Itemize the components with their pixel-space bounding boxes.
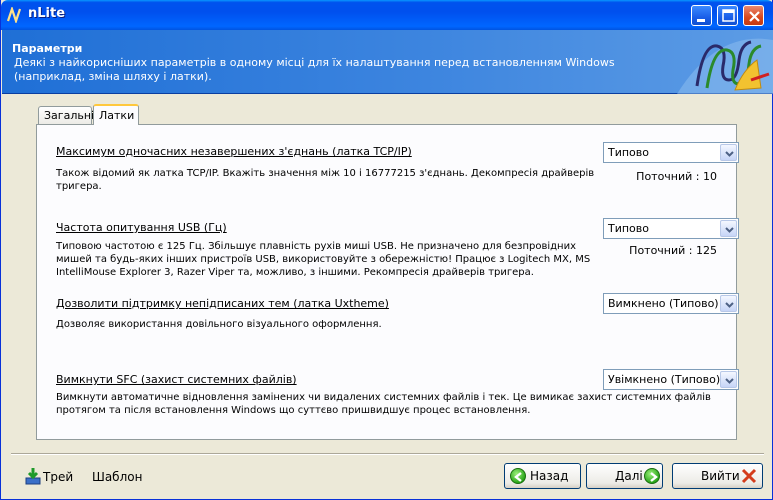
close-icon	[749, 11, 760, 22]
combo-value: Типово	[608, 146, 650, 159]
setting-description: Вимкнути автоматичне відновлення замінен…	[56, 392, 711, 416]
tray-label: Трей	[43, 470, 74, 484]
setting-description: Дозволяє використання довільного візуаль…	[56, 319, 382, 330]
setting-title: Максимум одночасних незавершених з'єднан…	[56, 145, 412, 158]
setting-current-value: Поточний : 125	[629, 244, 717, 257]
page-title: Параметри	[12, 42, 83, 55]
tcpip-select[interactable]: Типово	[603, 142, 739, 163]
close-window-button[interactable]	[743, 5, 764, 26]
setting-description: Типовою частотою є 125 Гц. Збільшує плав…	[56, 241, 591, 278]
maximize-icon	[722, 9, 735, 22]
exit-label: Вийти	[701, 469, 740, 483]
tab-general[interactable]: Загальні	[38, 106, 94, 124]
setting-title: Частота опитування USB (Гц)	[56, 221, 227, 234]
back-button[interactable]: Назад	[504, 463, 581, 489]
patches-panel: Максимум одночасних незавершених з'єднан…	[36, 124, 739, 440]
tab-patches[interactable]: Латки	[93, 104, 139, 125]
sfc-select[interactable]: Увімкнено (Типово)	[603, 369, 739, 390]
back-label: Назад	[530, 469, 569, 483]
combo-value: Вимкнено (Типово)	[608, 297, 719, 310]
tray-download-icon	[25, 468, 41, 485]
minimize-button[interactable]	[691, 5, 712, 26]
chevron-down-icon[interactable]	[720, 144, 737, 161]
footer-divider	[11, 453, 764, 455]
setting-description: Також відомий як латка TCP/IP. Вкажіть з…	[56, 168, 595, 192]
minimize-icon	[697, 19, 705, 22]
window-title: nLite	[28, 6, 66, 21]
combo-value: Типово	[608, 222, 650, 235]
nlite-banner-logo	[677, 38, 773, 94]
back-arrow-icon	[510, 468, 526, 484]
uxtheme-select[interactable]: Вимкнено (Типово)	[603, 293, 739, 314]
chevron-down-icon[interactable]	[720, 295, 737, 312]
exit-button[interactable]: Вийти	[672, 463, 763, 489]
next-label: Далі	[615, 469, 643, 483]
setting-current-value: Поточний : 10	[636, 170, 717, 183]
page-description: Деякі з найкорисніших параметрів в одном…	[14, 56, 615, 83]
setting-title: Дозволити підтримку непідписаних тем (ла…	[56, 297, 389, 310]
next-button[interactable]: Далі	[586, 463, 663, 489]
page-header: Параметри Деякі з найкорисніших параметр…	[2, 30, 773, 94]
maximize-button[interactable]	[717, 5, 738, 26]
usb-rate-select[interactable]: Типово	[603, 218, 739, 239]
chevron-down-icon[interactable]	[720, 220, 737, 237]
setting-title: Вимкнути SFC (захист системних файлів)	[56, 373, 297, 386]
next-arrow-icon	[644, 468, 660, 484]
close-x-icon	[741, 468, 757, 484]
app-window: nLite Параметри Деякі з найкорисніших па…	[0, 0, 773, 500]
title-bar[interactable]: nLite	[1, 0, 773, 30]
template-button[interactable]: Шаблон	[92, 470, 142, 484]
chevron-down-icon[interactable]	[720, 371, 737, 388]
nlite-logo-icon	[6, 7, 22, 23]
combo-value: Увімкнено (Типово)	[608, 373, 721, 386]
